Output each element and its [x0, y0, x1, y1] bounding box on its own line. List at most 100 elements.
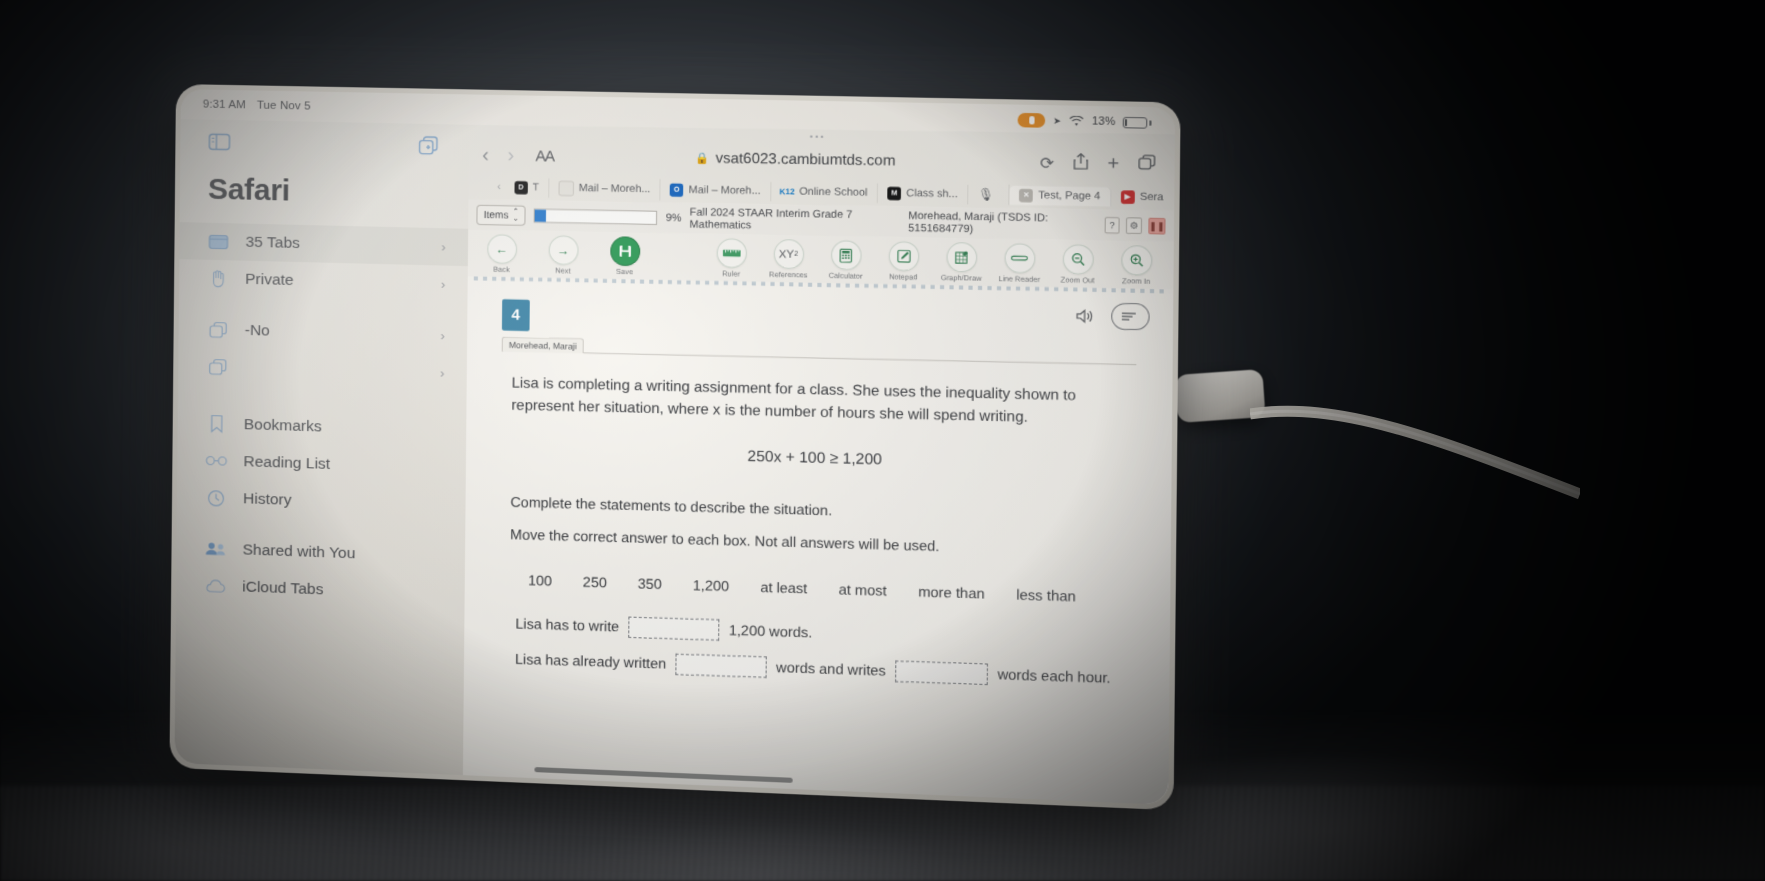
share-icon[interactable]	[1073, 153, 1088, 176]
answer-choice-chip[interactable]: at most	[834, 578, 891, 602]
save-button[interactable]: Save	[601, 236, 649, 276]
gear-icon[interactable]: ⚙	[1126, 217, 1143, 235]
question-body: Lisa is completing a writing assignment …	[499, 352, 1137, 690]
charger-block	[1174, 368, 1266, 424]
sidebar-item-label: 35 Tabs	[245, 233, 300, 252]
next-button[interactable]: → Next	[539, 235, 587, 275]
sidebar-toggle-icon[interactable]	[208, 133, 230, 156]
sidebar-item-label: -No	[244, 321, 270, 340]
line-reader-button[interactable]: Line Reader	[995, 243, 1044, 284]
toolbar-label: Zoom Out	[1060, 275, 1095, 285]
answer-choice-chip[interactable]: 1,200	[689, 574, 734, 598]
notepad-pencil-icon	[888, 241, 919, 272]
statement-row-1: Lisa has to write 1,200 words.	[515, 613, 1123, 653]
toolbar-label: References	[769, 269, 808, 280]
ipad-device: 9:31 AM Tue Nov 5 ➤ 13% Safari 35 Tabs ›…	[169, 84, 1181, 811]
items-dropdown-button[interactable]: Items ⌃ ⌄	[476, 204, 526, 226]
answer-drop-blank-1[interactable]	[628, 616, 720, 641]
question-page: 4 Morehead, Maraji Lisa is completing a …	[461, 280, 1174, 805]
back-button[interactable]: ← Back	[478, 234, 525, 274]
browser-tab-label: Test, Page 4	[1038, 189, 1101, 203]
tab-scroll-left-icon[interactable]: ‹	[493, 181, 505, 193]
bookmark-icon	[206, 414, 228, 434]
answer-choice-chip[interactable]: more than	[914, 580, 989, 605]
test-name-label: Fall 2024 STAAR Interim Grade 7 Mathemat…	[689, 206, 853, 232]
arrow-right-icon: →	[548, 235, 579, 266]
room-photo-backdrop: 9:31 AM Tue Nov 5 ➤ 13% Safari 35 Tabs ›…	[0, 0, 1765, 881]
sidebar-item-label: History	[243, 489, 292, 509]
browser-tab[interactable]: Mail – Moreh...	[549, 176, 661, 201]
microphone-recording-icon	[1017, 112, 1046, 128]
clock-icon	[205, 488, 227, 508]
text-to-speech-icon[interactable]	[1071, 303, 1099, 328]
toolbar-label: Ruler	[722, 268, 741, 279]
zoom-out-button[interactable]: Zoom Out	[1053, 244, 1102, 285]
student-name-label: Morehead, Maraji (TSDS ID: 5151684779)	[908, 209, 1049, 236]
chevron-updown-icon: ⌃ ⌄	[512, 208, 519, 223]
graph-draw-icon	[945, 242, 977, 273]
pause-icon[interactable]: ❚❚	[1148, 217, 1166, 235]
toolbar-label: Zoom In	[1121, 276, 1151, 286]
sidebar-item-label: iCloud Tabs	[242, 577, 324, 598]
browser-tab-label: Mail – Moreh...	[688, 183, 761, 198]
reload-icon[interactable]: ⟳	[1040, 153, 1054, 174]
toolbar-label: Calculator	[828, 270, 863, 281]
plus-icon[interactable]: +	[1107, 153, 1119, 176]
answer-choice-chip[interactable]: 350	[633, 572, 666, 595]
answer-choice-chip[interactable]: 250	[579, 570, 611, 593]
answer-choice-chip[interactable]: less than	[1012, 583, 1080, 608]
browser-tab[interactable]: 🎙	[968, 183, 1010, 206]
tab-overview-icon[interactable]	[1138, 154, 1155, 175]
browser-tab[interactable]: M Class sh...	[877, 183, 969, 204]
microphone-icon: 🎙	[977, 187, 995, 202]
references-button[interactable]: XY 2 References	[764, 239, 812, 280]
graph-draw-button[interactable]: Graph/Draw	[937, 242, 986, 283]
ruler-icon	[716, 238, 747, 269]
sidebar-item-private[interactable]: Private ›	[179, 259, 468, 303]
browser-tab[interactable]: O Mail – Moreh...	[660, 179, 772, 201]
new-tab-icon[interactable]	[418, 136, 441, 162]
line-reader-icon	[1003, 243, 1035, 274]
sidebar-item-label: Private	[245, 270, 294, 289]
notepad-button[interactable]: Notepad	[879, 241, 928, 282]
chevron-left-icon[interactable]: ‹	[479, 144, 492, 166]
question-instruction-2: Move the correct answer to each box. Not…	[510, 525, 940, 555]
question-instruction-1: Complete the statements to describe the …	[510, 493, 833, 519]
zoom-in-button[interactable]: Zoom In	[1112, 245, 1161, 286]
meet-icon: M	[887, 186, 902, 200]
safari-sidebar[interactable]: Safari 35 Tabs › Private › -No › › Bookm…	[174, 119, 470, 776]
icloud-icon	[204, 576, 226, 596]
browser-tab-active[interactable]: ✕ Test, Page 4	[1009, 185, 1112, 207]
browser-tab[interactable]: ▶ Seraph & Icy...	[1110, 186, 1164, 209]
browser-tab[interactable]: D T	[504, 177, 550, 198]
charging-cable	[1250, 405, 1580, 500]
student-tab-label[interactable]: Morehead, Maraji	[501, 336, 584, 354]
answer-drop-blank-3[interactable]	[895, 660, 989, 685]
help-button[interactable]: ?	[1104, 216, 1120, 234]
answer-choice-chip[interactable]: 100	[524, 569, 556, 592]
context-menu-icon[interactable]	[1111, 302, 1150, 331]
calculator-button[interactable]: Calculator	[822, 240, 871, 281]
outlook-circle-icon	[558, 180, 574, 196]
ipad-screen: 9:31 AM Tue Nov 5 ➤ 13% Safari 35 Tabs ›…	[174, 89, 1176, 805]
k12-icon: K12	[779, 186, 795, 197]
text-size-button[interactable]: AA	[529, 147, 555, 164]
location-arrow-icon: ➤	[1052, 115, 1062, 126]
safari-web-pane: ••• ‹ › AA 🔒 vsat6023.cambiumtds.com ⟳ +…	[461, 124, 1175, 805]
answer-choice-bank[interactable]: 100 250 350 1,200 at least at most more than le…	[524, 569, 1124, 609]
answer-choice-chip[interactable]: at least	[756, 575, 812, 599]
hand-raised-icon	[207, 269, 229, 289]
url-text: vsat6023.cambiumtds.com	[715, 150, 896, 170]
excel-icon: ✕	[1019, 188, 1034, 202]
zoom-out-icon	[1062, 244, 1094, 275]
toolbar-label: Notepad	[888, 271, 918, 282]
statement-1-prefix: Lisa has to write	[515, 615, 620, 635]
address-bar[interactable]: 🔒 vsat6023.cambiumtds.com	[566, 148, 1027, 171]
battery-charging-icon	[1122, 116, 1152, 129]
tab-group-icon	[206, 357, 228, 377]
chevron-right-icon[interactable]: ›	[504, 144, 517, 166]
ruler-button[interactable]: Ruler	[707, 238, 755, 279]
answer-drop-blank-2[interactable]	[675, 653, 767, 678]
chevron-right-icon: ›	[440, 328, 445, 344]
browser-tab[interactable]: K12 Online School	[770, 181, 879, 203]
